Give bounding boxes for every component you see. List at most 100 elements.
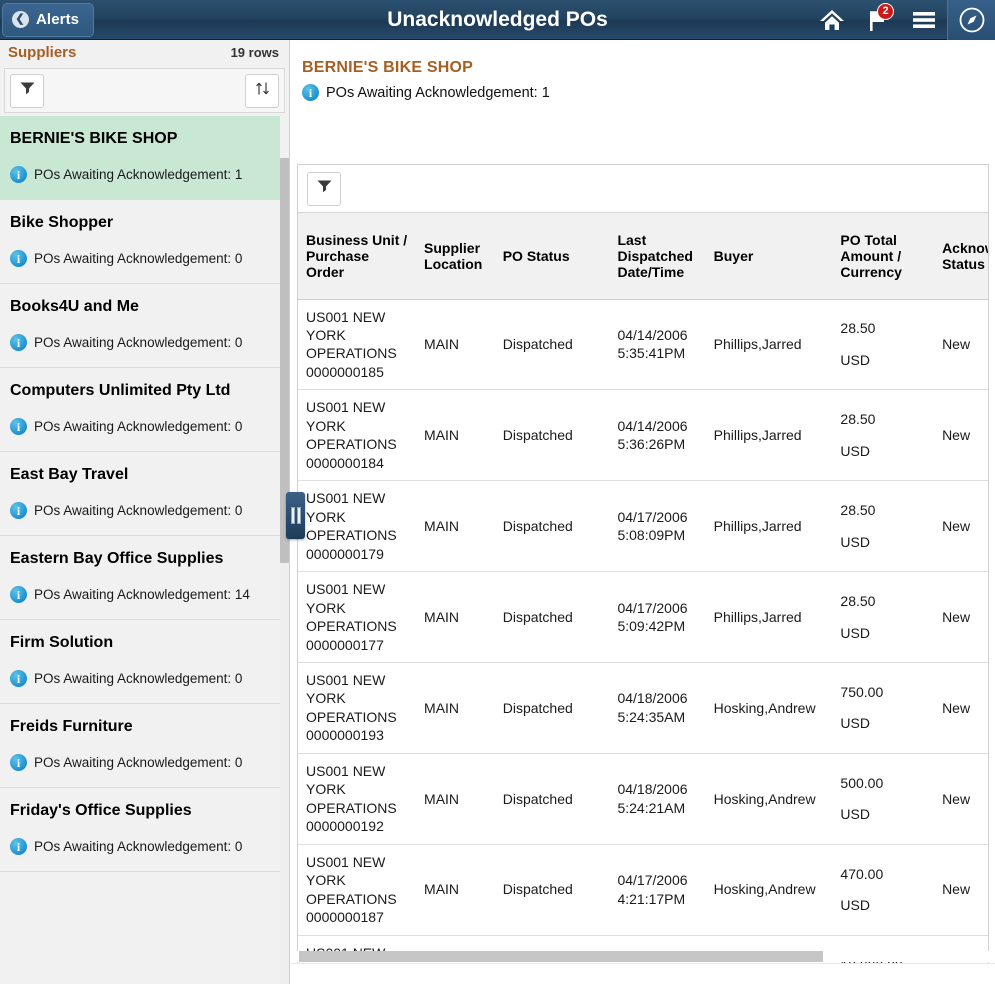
po-currency: USD	[840, 442, 870, 459]
cell-business-unit: US001 NEW YORK OPERATIONS 0000000184	[298, 389, 417, 482]
sidebar-sort-button[interactable]	[245, 73, 279, 108]
supplier-pending-count-text: POs Awaiting Acknowledgement: 0	[34, 755, 243, 770]
funnel-filter-icon	[19, 80, 36, 102]
splitter-grip-bar	[290, 507, 295, 524]
info-icon: i	[10, 166, 27, 183]
supplier-pending-count-text: POs Awaiting Acknowledgement: 0	[34, 335, 243, 350]
column-header-po-total-amount[interactable]: PO Total Amount / Currency	[832, 213, 935, 300]
supplier-list-item[interactable]: Books4U and Me i POs Awaiting Acknowledgem…	[0, 284, 280, 368]
supplier-detail-subtitle: i POs Awaiting Acknowledgement: 1	[302, 84, 995, 101]
dispatch-date: 04/17/2006	[617, 599, 688, 616]
app-header-bar: ❮ Alerts Unacknowledged POs 2	[0, 0, 995, 40]
supplier-list-item[interactable]: Firm Solution i POs Awaiting Acknowledgeme…	[0, 620, 280, 704]
po-table-row[interactable]: US001 NEW YORK OPERATIONS 0000000184 MAIN…	[298, 389, 988, 482]
cell-last-dispatched: 04/17/2006 5:08:09PM	[609, 480, 706, 573]
po-table-row[interactable]: US001 NEW YORK OPERATIONS 0000000179 MAIN…	[298, 480, 988, 573]
column-header-supplier-location[interactable]: Supplier Location	[416, 213, 495, 300]
sidebar-title: Suppliers	[8, 44, 77, 61]
cell-po-status: Dispatched	[494, 389, 610, 482]
po-amount: 750.00	[840, 683, 884, 700]
supplier-name: Computers Unlimited Pty Ltd	[10, 382, 231, 399]
cell-last-dispatched: 04/17/2006 5:09:42PM	[609, 571, 706, 663]
cell-po-total-amount: 28.50 USD	[832, 299, 935, 391]
supplier-pending-count-text: POs Awaiting Acknowledgement: 0	[34, 251, 243, 266]
supplier-list-item[interactable]: BERNIE'S BIKE SHOP i POs Awaiting Acknowle…	[0, 116, 280, 200]
supplier-list-item[interactable]: Freids Furniture i POs Awaiting Acknowledg…	[0, 704, 280, 788]
sidebar-row-count: 19 rows	[230, 45, 279, 60]
home-icon[interactable]	[809, 0, 855, 40]
cell-po-status: Dispatched	[494, 662, 610, 754]
cell-po-status: Dispatched	[494, 753, 610, 845]
sidebar-filter-button[interactable]	[10, 73, 44, 108]
splitter-grip-bar	[296, 507, 301, 524]
info-icon: i	[10, 502, 27, 519]
po-table-row[interactable]: US001 NEW YORK OPERATIONS 0000000192 MAIN…	[298, 753, 988, 845]
supplier-pending-count-text: POs Awaiting Acknowledgement: 0	[34, 671, 243, 686]
supplier-list-item[interactable]: Eastern Bay Office Supplies i POs Awaiting…	[0, 536, 280, 620]
column-header-po-status[interactable]: PO Status	[494, 213, 610, 300]
cell-supplier-location: MAIN	[416, 844, 495, 936]
hamburger-menu-icon[interactable]	[901, 0, 947, 40]
cell-acknowledge-status: New	[934, 480, 988, 573]
po-amount: 28.50	[840, 320, 876, 337]
info-icon: i	[10, 754, 27, 771]
dispatch-date: 04/14/2006	[617, 417, 688, 434]
grid-horizontal-scrollbar-thumb[interactable]	[299, 951, 823, 962]
panel-splitter-handle[interactable]	[286, 492, 305, 539]
cell-supplier-location: MAIN	[416, 571, 495, 663]
column-header-last-dispatched[interactable]: Last Dispatched Date/Time	[609, 213, 706, 300]
cell-business-unit: US001 NEW YORK OPERATIONS 0000000185	[298, 299, 417, 391]
grid-filter-button[interactable]	[307, 171, 341, 206]
cell-po-status: Dispatched	[494, 299, 610, 391]
po-table-row[interactable]: US001 NEW YORK OPERATIONS 0000000185 MAIN…	[298, 299, 988, 391]
cell-last-dispatched: 04/17/2006 4:21:17PM	[609, 844, 706, 936]
po-table-row[interactable]: US001 NEW YORK OPERATIONS 0000000193 MAIN…	[298, 662, 988, 754]
column-header-buyer[interactable]: Buyer	[705, 213, 833, 300]
unacknowledged-po-table: Business Unit / Purchase Order Supplier …	[298, 213, 988, 984]
supplier-list-item[interactable]: East Bay Travel i POs Awaiting Acknowledge…	[0, 452, 280, 536]
dispatch-date: 04/14/2006	[617, 326, 688, 343]
po-currency: USD	[840, 351, 870, 368]
supplier-pending-count: i POs Awaiting Acknowledgement: 0	[10, 754, 268, 771]
cell-acknowledge-status: New	[934, 389, 988, 482]
cell-po-total-amount: 28.50 USD	[832, 571, 935, 663]
supplier-list: BERNIE'S BIKE SHOP i POs Awaiting Acknowle…	[0, 116, 280, 984]
column-header-acknowledge-status[interactable]: Acknowledge Status	[934, 213, 988, 300]
suppliers-sidebar: Suppliers 19 rows BERNIE'S BIKE SHOP i POs…	[0, 40, 290, 984]
dispatch-time: 5:09:42PM	[617, 618, 686, 635]
back-to-alerts-button[interactable]: ❮ Alerts	[2, 2, 95, 37]
supplier-pending-count: i POs Awaiting Acknowledgement: 0	[10, 670, 268, 687]
supplier-pending-count: i POs Awaiting Acknowledgement: 0	[10, 502, 268, 519]
info-icon: i	[10, 838, 27, 855]
cell-last-dispatched: 04/14/2006 5:36:26PM	[609, 389, 706, 482]
supplier-list-item[interactable]: Bike Shopper i POs Awaiting Acknowledgemen…	[0, 200, 280, 284]
cell-po-status: Dispatched	[494, 480, 610, 573]
cell-supplier-location: MAIN	[416, 753, 495, 845]
supplier-pending-count: i POs Awaiting Acknowledgement: 0	[10, 418, 268, 435]
po-amount: 28.50	[840, 593, 876, 610]
supplier-list-item[interactable]: Computers Unlimited Pty Ltd i POs Awaiting…	[0, 368, 280, 452]
notification-flag-icon[interactable]: 2	[855, 0, 901, 40]
supplier-pending-count-text: POs Awaiting Acknowledgement: 14	[34, 587, 250, 602]
supplier-pending-count-text: POs Awaiting Acknowledgement: 1	[34, 167, 243, 182]
supplier-pending-count: i POs Awaiting Acknowledgement: 0	[10, 838, 268, 855]
cell-acknowledge-status: New	[934, 753, 988, 845]
po-table-row[interactable]: US001 NEW YORK OPERATIONS 0000000187 MAIN…	[298, 844, 988, 936]
column-header-business-unit[interactable]: Business Unit / Purchase Order	[298, 213, 417, 300]
po-currency: USD	[840, 533, 870, 550]
notification-badge-count: 2	[877, 2, 894, 20]
dispatch-date: 04/18/2006	[617, 781, 688, 798]
cell-po-total-amount: 28.50 USD	[832, 389, 935, 482]
cell-buyer: Phillips,Jarred	[705, 571, 833, 663]
po-currency: USD	[840, 715, 870, 732]
navbar-compass-icon[interactable]	[947, 0, 995, 40]
grid-toolbar	[298, 165, 988, 213]
supplier-name: Firm Solution	[10, 634, 114, 651]
supplier-pending-count: i POs Awaiting Acknowledgement: 1	[10, 166, 268, 183]
cell-supplier-location: MAIN	[416, 662, 495, 754]
supplier-pending-count-text: POs Awaiting Acknowledgement: 0	[34, 419, 243, 434]
sort-arrows-icon	[254, 80, 271, 102]
supplier-list-item[interactable]: Friday's Office Supplies i POs Awaiting Ac…	[0, 788, 280, 872]
po-table-row[interactable]: US001 NEW YORK OPERATIONS 0000000177 MAIN…	[298, 571, 988, 663]
cell-po-total-amount: 750.00 USD	[832, 662, 935, 754]
